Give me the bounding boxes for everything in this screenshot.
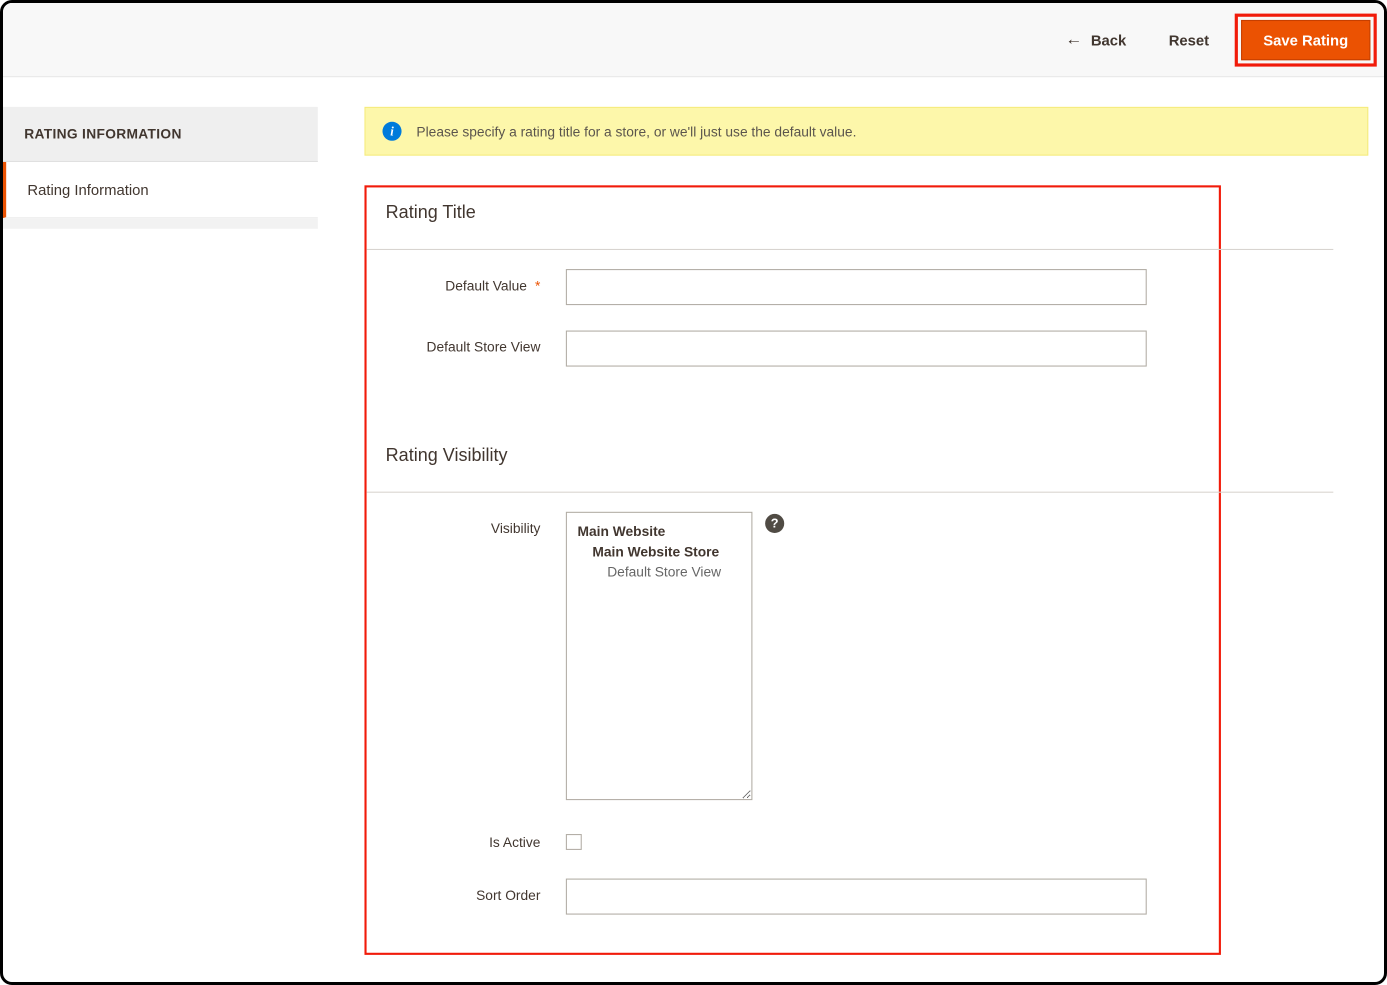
reset-button-label: Reset xyxy=(1169,31,1209,48)
field-row-default-store-view: Default Store View xyxy=(386,331,1200,367)
reset-button[interactable]: Reset xyxy=(1152,20,1226,58)
required-star-icon: * xyxy=(535,278,540,294)
section-heading-rating-visibility: Rating Visibility xyxy=(386,439,1200,477)
default-store-view-input[interactable] xyxy=(566,331,1147,367)
field-label-text: Visibility xyxy=(491,520,541,536)
field-row-visibility: Visibility Main Website Main Website Sto… xyxy=(386,512,1200,800)
arrow-left-icon: ← xyxy=(1065,31,1082,48)
save-button-highlight: Save Rating xyxy=(1235,13,1377,66)
is-active-checkbox[interactable] xyxy=(566,834,582,850)
field-label-default-value: Default Value * xyxy=(386,269,566,293)
sidebar-spacer xyxy=(3,218,318,229)
visibility-option[interactable]: Main Website xyxy=(578,521,741,541)
form-highlight-area: Rating Title Default Value * Default Sto… xyxy=(364,185,1220,955)
field-row-is-active: Is Active xyxy=(386,826,1200,854)
sidebar-item-label: Rating Information xyxy=(27,181,148,198)
section-divider xyxy=(367,492,1334,493)
main-content: i Please specify a rating title for a st… xyxy=(318,77,1387,976)
notice-text: Please specify a rating title for a stor… xyxy=(416,123,856,139)
save-rating-button-label: Save Rating xyxy=(1263,31,1348,48)
visibility-option[interactable]: Default Store View xyxy=(578,562,741,582)
sidebar-header: RATING INFORMATION xyxy=(3,107,318,162)
top-action-bar: ← Back Reset Save Rating xyxy=(3,3,1387,77)
field-label-sort-order: Sort Order xyxy=(386,879,566,903)
save-rating-button[interactable]: Save Rating xyxy=(1241,19,1370,59)
back-button-label: Back xyxy=(1091,31,1126,48)
field-label-text: Default Store View xyxy=(427,339,541,355)
field-label-is-active: Is Active xyxy=(386,826,566,850)
section-divider xyxy=(367,249,1334,250)
field-row-sort-order: Sort Order xyxy=(386,879,1200,915)
visibility-multiselect[interactable]: Main Website Main Website Store Default … xyxy=(566,512,753,800)
field-label-text: Sort Order xyxy=(476,887,540,903)
field-label-text: Default Value xyxy=(445,278,527,294)
section-heading-rating-title: Rating Title xyxy=(386,196,1200,234)
default-value-input[interactable] xyxy=(566,269,1147,305)
field-label-text: Is Active xyxy=(489,834,540,850)
field-row-default-value: Default Value * xyxy=(386,269,1200,305)
field-label-visibility: Visibility xyxy=(386,512,566,536)
back-button[interactable]: ← Back xyxy=(1048,20,1143,58)
sidebar: RATING INFORMATION Rating Information xyxy=(3,77,318,229)
help-icon[interactable]: ? xyxy=(765,514,784,533)
sort-order-input[interactable] xyxy=(566,879,1147,915)
sidebar-item-rating-information[interactable]: Rating Information xyxy=(3,162,318,218)
notice-banner: i Please specify a rating title for a st… xyxy=(364,107,1368,156)
visibility-option[interactable]: Main Website Store xyxy=(578,541,741,561)
info-icon: i xyxy=(382,122,401,141)
field-label-default-store-view: Default Store View xyxy=(386,331,566,355)
